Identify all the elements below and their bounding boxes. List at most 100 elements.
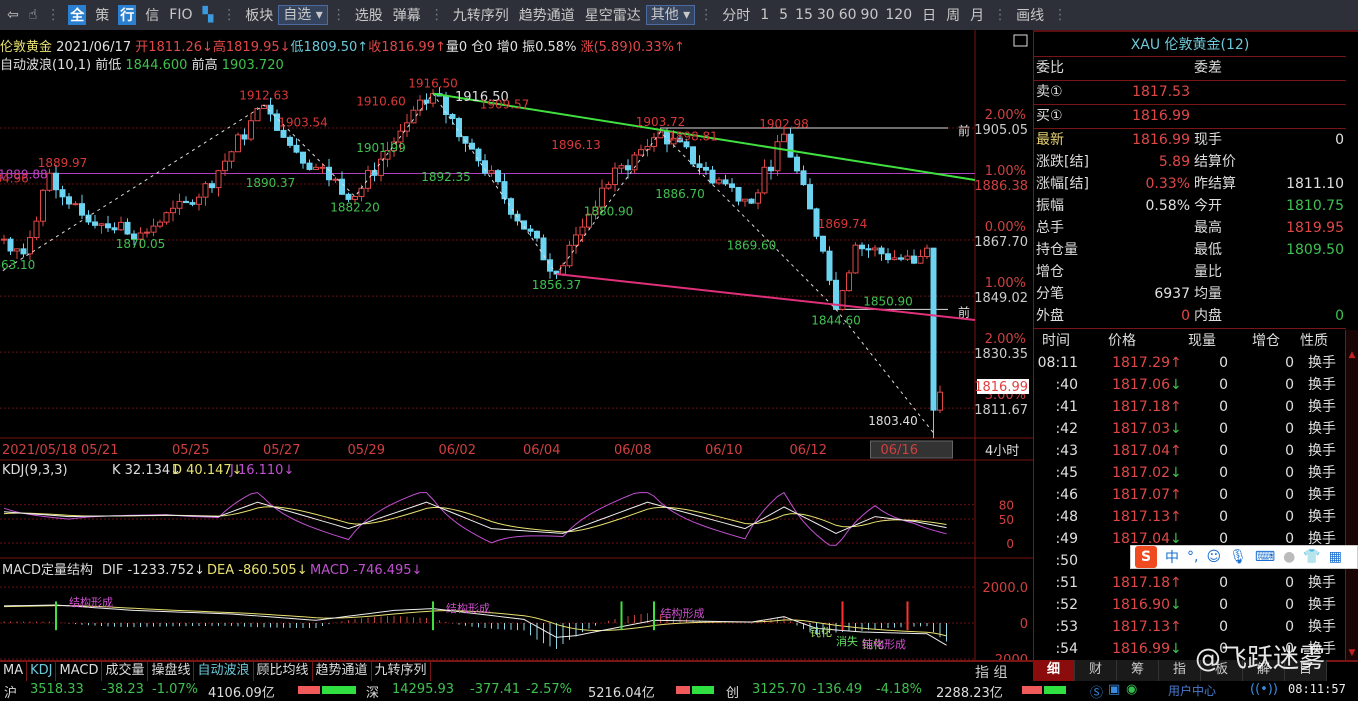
ime-toolbar[interactable]: S 中 °, ☺ 🎙 ⌨ ● 👕 ▦ (1130, 545, 1358, 569)
indicator-tab-1[interactable]: KDJ (27, 662, 57, 681)
candle-down (534, 230, 540, 239)
candle-up (755, 192, 761, 204)
tick-row[interactable]: :51 1817.18 ↑ 0 0 换手 (1034, 572, 1346, 594)
indicator-tab-0[interactable]: MA (0, 662, 28, 681)
ime-punctuation-toggle[interactable]: °, (1187, 549, 1198, 565)
indicator-tab-5[interactable]: 自动波浪 (194, 662, 254, 681)
star-radar-button[interactable]: 星空雷达 (580, 5, 646, 25)
quote-button[interactable]: 行 (118, 5, 137, 25)
tick-row[interactable]: :53 1817.13 ↑ 0 0 换手 (1034, 616, 1346, 638)
buy-icon[interactable]: ▣ (1108, 682, 1120, 697)
candle-down (696, 163, 703, 168)
trend-channel-button[interactable]: 趋势通道 (514, 5, 580, 25)
cy-index: 3125.70 (752, 682, 806, 697)
indicator-tab-8[interactable]: 九转序列 (372, 662, 431, 681)
nine-turn-button[interactable]: 九转序列 (448, 5, 514, 25)
skin-icon[interactable]: 👕 (1303, 549, 1320, 565)
open-value: 开1811.26↓ (135, 40, 213, 55)
tick-row[interactable]: :42 1817.03 ↓ 0 0 换手 (1034, 418, 1346, 440)
scroll-up-icon[interactable]: ▲ (1346, 350, 1358, 360)
tick-volume: 0 (1219, 575, 1228, 591)
tick-direction-icon: ↑ (1170, 399, 1182, 415)
period-90[interactable]: 90 (859, 7, 881, 23)
tick-list-scrollbar[interactable]: ▲ ▼ (1345, 330, 1358, 660)
tick-row[interactable]: :41 1817.18 ↑ 0 0 换手 (1034, 396, 1346, 418)
period-week[interactable]: 周 (941, 5, 965, 25)
quote-value: 1810.75 (1286, 198, 1344, 214)
scroll-down-icon[interactable]: ▼ (1346, 648, 1358, 658)
toolbox-icon[interactable]: ▦ (1329, 549, 1342, 565)
tick-row[interactable]: :46 1817.07 ↑ 0 0 换手 (1034, 484, 1346, 506)
panel-tab-2[interactable]: 筹 (1117, 660, 1159, 681)
panel-tab-1[interactable]: 财 (1075, 660, 1117, 681)
info-button[interactable]: 信 (140, 5, 164, 25)
tick-row[interactable]: :45 1817.02 ↓ 0 0 换手 (1034, 462, 1346, 484)
user-center-link[interactable]: 用户中心 (1168, 682, 1216, 699)
indicator-tab-3[interactable]: 成交量 (102, 662, 149, 681)
indicator-tab-6[interactable]: 顾比均线 (254, 662, 313, 681)
candle-down (469, 142, 475, 150)
microphone-icon[interactable]: 🎙 (1229, 549, 1247, 565)
tick-row[interactable]: :40 1817.06 ↓ 0 0 换手 (1034, 374, 1346, 396)
stock-picker-button[interactable]: 选股 (350, 5, 388, 25)
indicator-tab-2[interactable]: MACD (56, 662, 103, 681)
candle-up (33, 220, 40, 239)
tick-volume: 0 (1219, 443, 1228, 459)
indicator-tab-7[interactable]: 趋势通道 (313, 662, 372, 681)
period-month[interactable]: 月 (965, 5, 989, 25)
period-day[interactable]: 日 (917, 5, 941, 25)
danmaku-button[interactable]: 弹幕 (388, 5, 426, 25)
emoji-icon[interactable]: ☺ (1206, 549, 1221, 565)
f10-button[interactable]: FIO (164, 7, 197, 23)
candle-down (807, 184, 813, 210)
all-button[interactable]: 全 (68, 5, 87, 25)
period-30[interactable]: 30 (815, 7, 837, 23)
wave-label: 1869.60 (727, 238, 777, 252)
candle-up (176, 200, 183, 209)
low-value: 低1809.50↑ (290, 40, 369, 55)
candle-down (7, 238, 14, 252)
watchlist-dropdown[interactable]: 自选 ▾ (278, 5, 328, 25)
tick-direction-icon: ↓ (1170, 421, 1182, 437)
draw-line-button[interactable]: 画线 (1011, 5, 1049, 25)
period-intraday[interactable]: 分时 (717, 5, 755, 25)
tick-column-header: 时间 (1042, 333, 1070, 349)
tick-row[interactable]: :43 1817.04 ↑ 0 0 换手 (1034, 440, 1346, 462)
panel-tab-0[interactable]: 细 (1033, 660, 1075, 681)
candle-up (774, 141, 781, 172)
window-icon[interactable]: ▚ (197, 7, 218, 23)
period-120[interactable]: 120 (880, 7, 917, 23)
tick-row[interactable]: 08:11 1817.29 ↑ 0 0 换手 (1034, 352, 1346, 374)
period-60[interactable]: 60 (837, 7, 859, 23)
candle-down (729, 183, 735, 188)
candle-down (345, 193, 352, 200)
candle-down (306, 162, 313, 170)
ime-chinese-toggle[interactable]: 中 (1165, 547, 1179, 567)
dollar-icon[interactable]: Ⓢ (1090, 682, 1103, 701)
period-15[interactable]: 15 (793, 7, 815, 23)
candle-down (540, 237, 547, 261)
prev-low-label: 前低 (95, 58, 122, 73)
sector-button[interactable]: 板块 (240, 5, 278, 25)
refresh-icon[interactable]: ◉ (1126, 682, 1137, 697)
other-dropdown[interactable]: 其他 ▾ (645, 5, 696, 25)
tick-row[interactable]: :48 1817.13 ↑ 0 0 换手 (1034, 506, 1346, 528)
indicator-group-button[interactable]: 指 组 (975, 662, 1007, 682)
hand-icon[interactable]: ☝ (24, 7, 43, 23)
indicator-tab-4[interactable]: 操盘线 (148, 662, 195, 681)
tick-row[interactable]: :52 1816.90 ↓ 0 0 换手 (1034, 594, 1346, 616)
back-icon[interactable]: ⇦ (2, 7, 24, 23)
price-chart[interactable]: 2.00%1905.051.00%1886.380.00%1867.701.00… (0, 30, 1033, 660)
strategy-button[interactable]: 策 (90, 5, 114, 25)
candle-down (709, 169, 716, 184)
period-5[interactable]: 5 (774, 7, 793, 23)
period-1[interactable]: 1 (755, 7, 774, 23)
keyboard-icon[interactable]: ⌨ (1255, 549, 1275, 565)
candle-up (144, 231, 150, 234)
user-icon[interactable]: ● (1283, 549, 1295, 565)
tick-time: :50 (1055, 553, 1078, 569)
kdj-level-label: 0 (1006, 537, 1014, 551)
candle-down (79, 203, 85, 216)
wave-label: 1912.63 (239, 88, 289, 102)
candle-up (27, 237, 33, 255)
